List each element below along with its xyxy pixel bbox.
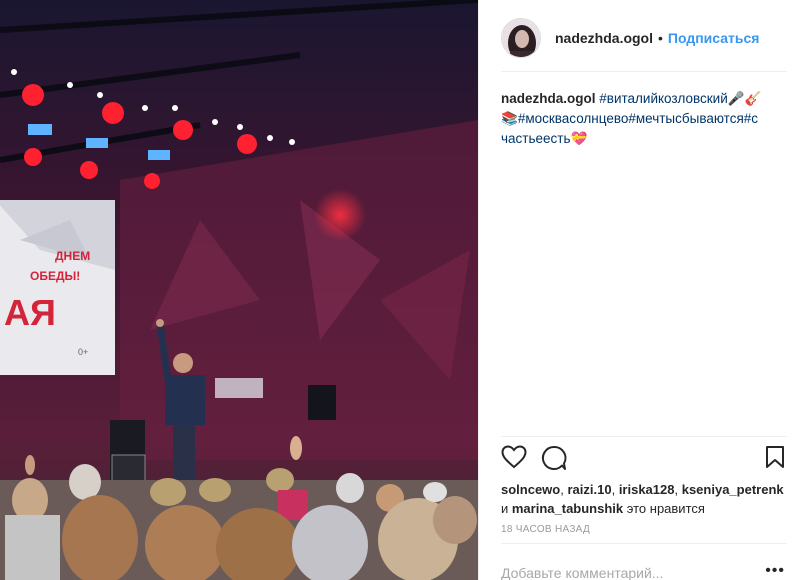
post-photo[interactable]: ДНЕМ ОБЕДЫ! АЯ 0+ — [0, 0, 478, 580]
likes-and-word: и — [501, 501, 512, 516]
header-divider — [501, 71, 787, 72]
actions-divider — [501, 436, 787, 437]
post-username[interactable]: nadezhda.ogol — [555, 30, 653, 46]
concert-photo: ДНЕМ ОБЕДЫ! АЯ 0+ — [0, 0, 478, 580]
like-user[interactable]: iriska128 — [619, 482, 675, 497]
comment-divider — [501, 543, 787, 544]
likes-summary: solncewo, raizi.10, iriska128, kseniya_p… — [501, 482, 784, 516]
screen-text-age: 0+ — [78, 347, 88, 357]
follow-button[interactable]: Подписаться — [668, 30, 760, 46]
post-timestamp[interactable]: 18 ЧАСОВ НАЗАД — [501, 524, 590, 535]
screen-text-line1: ДНЕМ — [55, 249, 90, 263]
comment-input[interactable]: Добавьте комментарий... — [501, 565, 663, 580]
comment-icon[interactable] — [541, 445, 567, 476]
avatar[interactable] — [501, 18, 541, 58]
post-caption: nadezhda.ogol #виталийкозловский🎤🎸 📚#мос… — [501, 89, 763, 149]
bookmark-icon[interactable] — [765, 445, 785, 474]
instagram-post: ДНЕМ ОБЕДЫ! АЯ 0+ nadezhda.ogol • Подпис… — [0, 0, 797, 580]
like-user[interactable]: kseniya_petrenk — [682, 482, 784, 497]
screen-text-line2: ОБЕДЫ! — [30, 269, 80, 283]
post-actions — [501, 445, 785, 473]
caption-emoji: 🎤🎸 — [727, 91, 762, 106]
avatar-image — [502, 19, 540, 57]
like-user[interactable]: marina_tabunshik — [512, 501, 623, 516]
likes-suffix: это нравится — [626, 501, 705, 516]
more-options-icon[interactable]: ••• — [765, 562, 785, 580]
caption-emoji: 💝 — [570, 131, 588, 146]
hashtag[interactable]: #мечтысбываются — [628, 111, 743, 126]
like-user[interactable]: raizi.10 — [567, 482, 611, 497]
post-sidebar: nadezhda.ogol • Подписаться nadezhda.ogo… — [478, 0, 797, 580]
like-user[interactable]: solncewo — [501, 482, 560, 497]
hashtag[interactable]: #виталийкозловский — [599, 91, 727, 106]
hashtag[interactable]: #москвасолнцево — [518, 111, 629, 126]
heart-icon[interactable] — [501, 445, 527, 474]
caption-emoji: 📚 — [501, 111, 518, 126]
post-header: nadezhda.ogol • Подписаться — [501, 17, 787, 59]
caption-username[interactable]: nadezhda.ogol — [501, 91, 596, 106]
header-separator: • — [658, 30, 663, 46]
screen-text-big: АЯ — [4, 292, 56, 333]
